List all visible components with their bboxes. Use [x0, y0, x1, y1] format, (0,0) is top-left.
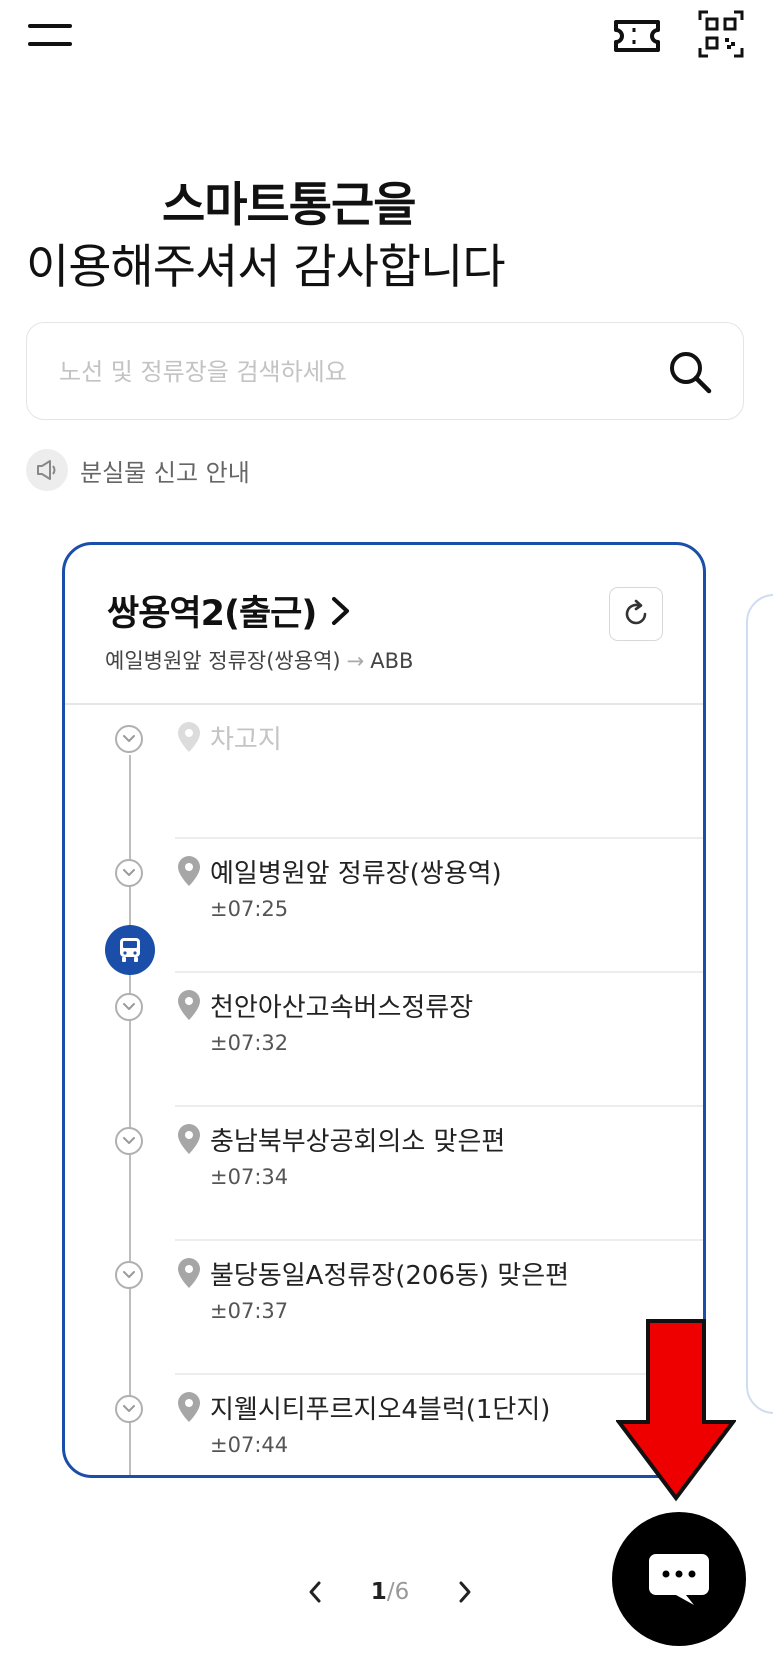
stop-item[interactable]: 예일병원앞 정류장(쌍용역) ±07:25 — [65, 839, 703, 973]
location-pin-icon — [177, 1123, 201, 1155]
chevron-down-icon — [123, 1271, 135, 1278]
chevron-down-icon — [123, 869, 135, 876]
bus-position-marker — [105, 925, 155, 975]
next-route-card[interactable] — [746, 594, 773, 1414]
pager-separator: / — [386, 1579, 395, 1605]
stop-name: 예일병원앞 정류장(쌍용역) — [210, 859, 502, 889]
chat-bubble-icon — [649, 1554, 709, 1605]
route-name: 쌍용역2(출근) — [107, 594, 317, 634]
stop-item[interactable]: 천안아산고속버스정류장 ±07:32 — [65, 973, 703, 1107]
expand-stop-button[interactable] — [115, 1395, 143, 1423]
stop-name: 지웰시티푸르지오4블럭(1단지) — [210, 1395, 551, 1425]
annotation-arrow — [616, 1319, 736, 1502]
stop-time: ±07:37 — [210, 1299, 289, 1323]
stop-item[interactable]: 불당동일A정류장(206동) 맞은편 ±07:37 — [65, 1241, 703, 1375]
chevron-down-icon — [123, 735, 135, 742]
location-pin-icon — [177, 1391, 201, 1423]
pager-next-button[interactable] — [450, 1575, 480, 1609]
stop-name: 불당동일A정류장(206동) 맞은편 — [210, 1261, 570, 1291]
route-title-link[interactable]: 쌍용역2(출근) — [107, 585, 352, 636]
stop-time: ±07:25 — [210, 897, 289, 921]
ticket-icon — [614, 20, 660, 52]
expand-stop-button[interactable] — [115, 1127, 143, 1155]
qr-code-button[interactable] — [698, 10, 744, 58]
pager-total: 6 — [394, 1579, 410, 1605]
lost-item-report-label: 분실물 신고 안내 — [80, 458, 250, 487]
greeting-line-1: 스마트통근을 — [162, 178, 416, 233]
hamburger-menu-icon — [28, 24, 72, 28]
expand-stop-button[interactable] — [115, 725, 143, 753]
menu-button[interactable] — [28, 16, 74, 52]
chevron-down-icon — [123, 1137, 135, 1144]
qr-code-icon — [698, 10, 744, 58]
stop-time: ±07:34 — [210, 1165, 289, 1189]
stop-time: ±07:44 — [210, 1433, 289, 1457]
stop-name: 충남북부상공회의소 맞은편 — [210, 1127, 506, 1157]
megaphone-icon — [26, 449, 68, 491]
chevron-left-icon — [309, 1581, 321, 1603]
chevron-down-icon — [123, 1003, 135, 1010]
expand-stop-button[interactable] — [115, 993, 143, 1021]
route-destination: ABB — [370, 649, 414, 673]
search-input[interactable] — [57, 349, 621, 395]
search-box — [26, 322, 744, 420]
search-icon[interactable] — [667, 349, 713, 395]
pager-current: 1 — [370, 1579, 387, 1605]
location-pin-icon — [177, 989, 201, 1021]
stop-item[interactable]: 차고지 — [65, 705, 703, 839]
location-pin-icon — [177, 721, 201, 753]
chat-button[interactable] — [612, 1512, 746, 1646]
location-pin-icon — [177, 1257, 201, 1289]
greeting-line-2: 이용해주셔서 감사합니다 — [26, 240, 506, 295]
lost-item-report-link[interactable]: 분실물 신고 안내 — [26, 448, 250, 492]
bus-icon — [120, 938, 140, 962]
ticket-button[interactable] — [612, 16, 662, 56]
pager-prev-button[interactable] — [300, 1575, 330, 1609]
stop-item[interactable]: 충남북부상공회의소 맞은편 ±07:34 — [65, 1107, 703, 1241]
stop-time: ±07:32 — [210, 1031, 289, 1055]
chevron-right-icon — [459, 1581, 471, 1603]
route-origin: 예일병원앞 정류장(쌍용역) — [105, 649, 341, 673]
expand-stop-button[interactable] — [115, 859, 143, 887]
refresh-icon — [625, 599, 647, 625]
location-pin-icon — [177, 855, 201, 887]
pager-indicator: 1/6 — [371, 1579, 409, 1605]
route-pager: 1/6 — [300, 1570, 480, 1614]
stop-item[interactable]: 지웰시티푸르지오4블럭(1단지) ±07:44 — [65, 1375, 703, 1475]
stop-name: 차고지 — [210, 725, 282, 755]
chevron-right-icon — [332, 596, 350, 625]
route-card[interactable]: 쌍용역2(출근) 예일병원앞 정류장(쌍용역) → ABB 차고지 예일병원앞 정류장… — [62, 542, 706, 1478]
route-summary: 예일병원앞 정류장(쌍용역) → ABB — [105, 645, 413, 675]
expand-stop-button[interactable] — [115, 1261, 143, 1289]
route-arrow: → — [346, 649, 365, 673]
stop-name: 천안아산고속버스정류장 — [210, 993, 474, 1023]
refresh-button[interactable] — [609, 587, 663, 641]
chevron-down-icon — [123, 1405, 135, 1412]
